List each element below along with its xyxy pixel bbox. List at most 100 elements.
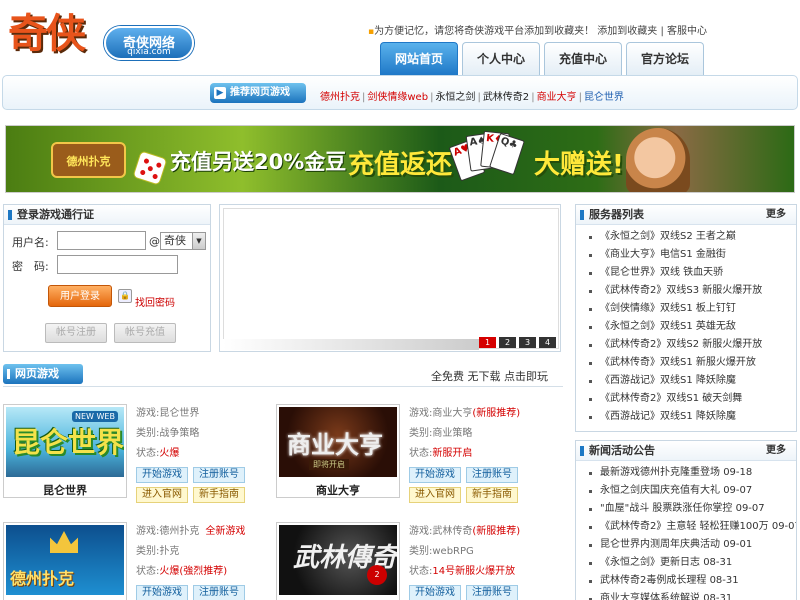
server-list-item[interactable]: 《昆仑世界》双线 铁血天骄 [576, 264, 796, 282]
start-game-button[interactable]: 开始游戏 [136, 467, 188, 483]
header-bar-icon [580, 210, 584, 220]
game-type: 扑克 [159, 546, 180, 557]
game-cover-image: 武林傳奇 2 [279, 525, 397, 595]
game-tag: 全新游戏 [205, 526, 246, 537]
game-name[interactable]: 商业大亨 [432, 408, 472, 419]
login-button[interactable]: 用户登录 [48, 285, 112, 307]
register-account-button[interactable]: 注册账号 [466, 585, 518, 600]
news-item-title: 《永恒之剑》更新日志 [600, 557, 700, 568]
chevron-down-icon: ▼ [192, 233, 205, 249]
username-input[interactable] [57, 231, 146, 250]
server-list-item[interactable]: 《武林传奇2》双线S3 新服火爆开放 [576, 282, 796, 300]
register-account-button[interactable]: 注册账号 [193, 467, 245, 483]
game-thumbnail[interactable]: 商业大亨 即将开启 商业大亨 [276, 404, 400, 498]
register-account-button[interactable]: 注册账号 [193, 585, 245, 600]
server-list-item[interactable]: 《武林传奇》双线S1 新服火爆开放 [576, 354, 796, 372]
game-name[interactable]: 昆仑世界 [159, 408, 199, 419]
logo-pill-en: qixia.com [127, 47, 171, 57]
password-input[interactable] [57, 255, 178, 274]
game-name-row: 游戏:德州扑克 全新游戏 [136, 522, 271, 542]
start-game-button[interactable]: 开始游戏 [409, 585, 461, 600]
logo-mark: 奇侠 [8, 10, 86, 57]
recharge-account-button[interactable]: 帐号充值 [114, 323, 176, 343]
recommend-game-link[interactable]: 商业大亨 [537, 92, 577, 103]
game-thumbnail[interactable]: 德州扑克 [3, 522, 127, 600]
domain-select[interactable]: 奇侠 ▼ [160, 232, 206, 250]
server-list-item[interactable]: 《剑侠情缘》双线S1 板上钉钉 [576, 300, 796, 318]
game-tag: (新服推荐) [472, 526, 521, 537]
game-name[interactable]: 武林传奇 [432, 526, 472, 537]
game-status: 火爆(強烈推荐) [159, 566, 228, 577]
official-site-button[interactable]: 进入官网 [136, 487, 188, 503]
recommend-game-link[interactable]: 德州扑克 [320, 92, 360, 103]
slideshow-page-button[interactable]: 3 [519, 337, 536, 348]
recommend-game-link[interactable]: 昆仑世界 [584, 92, 624, 103]
server-list-more-link[interactable]: 更多 [766, 205, 786, 225]
tab-recharge-center[interactable]: 充值中心 [544, 42, 622, 75]
game-caption: 昆仑世界 [43, 484, 87, 497]
news-item-title: "血屋"战斗 股票跌涨任你掌控 [600, 503, 733, 514]
server-list-item[interactable]: 《西游战记》双线S1 降妖除魔 [576, 408, 796, 426]
dice-icon [132, 150, 168, 186]
news-item-date: 08-31 [703, 557, 733, 568]
game-status-row: 状态:火爆 [136, 444, 271, 464]
tab-forum[interactable]: 官方论坛 [626, 42, 704, 75]
game-info: 游戏:武林传奇(新服推荐) 类别:webRPG 状态:14号新服火爆开放 [409, 522, 544, 582]
banner-headline-2: 大赠送! [534, 150, 624, 180]
service-center-link[interactable]: 客服中心 [667, 26, 707, 37]
game-type-row: 类别:webRPG [409, 542, 544, 562]
qixia-logo[interactable]: 奇侠 奇侠网络 qixia.com [8, 6, 194, 72]
news-more-link[interactable]: 更多 [766, 441, 786, 461]
webgames-title: 网页游戏 [15, 367, 59, 380]
official-site-button[interactable]: 进入官网 [409, 487, 461, 503]
slideshow-page-button[interactable]: 2 [499, 337, 516, 348]
recommend-game-link[interactable]: 武林传奇2 [483, 92, 529, 103]
tab-home[interactable]: 网站首页 [380, 42, 458, 75]
news-item-title: 《武林传奇2》主意轻 轻松狂赚100万 [600, 521, 769, 532]
news-item[interactable]: 商业大亨媒体系统解说 08-31 [576, 590, 796, 600]
recommend-game-link[interactable]: 剑侠情缘web [367, 92, 428, 103]
server-list-item[interactable]: 《武林传奇2》双线S1 破天剑舞 [576, 390, 796, 408]
game-cover-subtitle: 即将开启 [309, 459, 349, 470]
game-status-row: 状态:火爆(強烈推荐) [136, 562, 271, 582]
header-bar-icon [7, 369, 10, 379]
slideshow-image[interactable] [223, 208, 559, 349]
server-list-item[interactable]: 《永恒之剑》双线S1 英雄无敌 [576, 318, 796, 336]
game-name[interactable]: 德州扑克 [159, 526, 199, 537]
server-list-item[interactable]: 《西游战记》双线S1 降妖除魔 [576, 372, 796, 390]
news-item[interactable]: 永恒之剑庆国庆充值有大礼 09-07 [576, 482, 796, 500]
slideshow-page-button[interactable]: 1 [479, 337, 496, 348]
news-item-title: 永恒之剑庆国庆充值有大礼 [600, 485, 720, 496]
promo-banner[interactable]: 德州扑克 充值另送20%金豆 充值返还 A♥ A♠ K♦ Q♣ 大赠送! [5, 125, 795, 193]
tab-personal-center[interactable]: 个人中心 [462, 42, 540, 75]
start-game-button[interactable]: 开始游戏 [136, 585, 188, 600]
game-type-label: 类别: [409, 428, 433, 439]
news-item[interactable]: 武林传奇2毒例成长理程 08-31 [576, 572, 796, 590]
news-item[interactable]: "血屋"战斗 股票跌涨任你掌控 09-07 [576, 500, 796, 518]
recommend-game-link[interactable]: 永恒之剑 [435, 92, 475, 103]
register-account-button[interactable]: 帐号注册 [45, 323, 107, 343]
news-item[interactable]: 《永恒之剑》更新日志 08-31 [576, 554, 796, 572]
game-thumbnail[interactable]: 昆仑世界 NEW WEB 昆仑世界 [3, 404, 127, 498]
slideshow-page-button[interactable]: 4 [539, 337, 556, 348]
news-item[interactable]: 《武林传奇2》主意轻 轻松狂赚100万 09-07 [576, 518, 796, 536]
beginner-guide-button[interactable]: 新手指南 [466, 487, 518, 503]
start-game-button[interactable]: 开始游戏 [409, 467, 461, 483]
recommend-bar: ▶ 推荐网页游戏 德州扑克 | 剑侠情缘web | 永恒之剑 | 武林传奇2 | 商业大亨 | 昆仑… [2, 75, 798, 110]
server-list-item[interactable]: 《武林传奇2》双线S2 新服火爆开放 [576, 336, 796, 354]
add-bookmark-link[interactable]: 添加到收藏夹 [597, 26, 657, 37]
server-list-item[interactable]: 《商业大亨》电信S1 金融街 [576, 246, 796, 264]
lock-icon[interactable]: 🔒 [118, 289, 132, 303]
register-account-button[interactable]: 注册账号 [466, 467, 518, 483]
news-item[interactable]: 最新游戏德州扑克隆重登场 09-18 [576, 464, 796, 482]
game-name-row: 游戏:昆仑世界 [136, 404, 271, 424]
game-type: webRPG [432, 546, 474, 557]
game-type: 战争策略 [159, 428, 200, 439]
game-card: 昆仑世界 NEW WEB 昆仑世界 游戏:昆仑世界 类别:战争策略 状态:火爆 开始游戏 注册… [3, 404, 271, 504]
beginner-guide-button[interactable]: 新手指南 [193, 487, 245, 503]
forgot-password-link[interactable]: 找回密码 [135, 294, 175, 309]
news-item[interactable]: 昆仑世界内测周年庆典活动 09-01 [576, 536, 796, 554]
server-list-item[interactable]: 《永恒之剑》双线S2 王者之巅 [576, 228, 796, 246]
game-thumbnail[interactable]: 武林傳奇 2 [276, 522, 400, 600]
game-status-label: 状态: [136, 566, 160, 577]
